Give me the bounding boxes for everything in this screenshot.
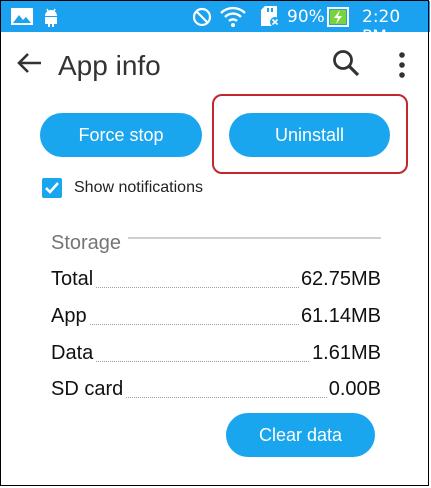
storage-row-app: App 61.14MB (51, 305, 381, 331)
page-title: App info (58, 50, 161, 81)
storage-row-value: 61.14MB (298, 305, 381, 328)
status-bar: 90% 2:20 PM (1, 1, 430, 47)
uninstall-button[interactable]: Uninstall (229, 113, 390, 157)
image-icon (11, 8, 33, 25)
sd-card-icon (261, 6, 280, 27)
app-bar: App info (0, 32, 431, 96)
storage-row-label: App (51, 305, 89, 328)
force-stop-button[interactable]: Force stop (40, 113, 202, 157)
storage-row-total: Total 62.75MB (51, 268, 381, 294)
wifi-icon (220, 6, 246, 27)
show-notifications-checkbox[interactable] (42, 178, 62, 198)
section-divider (128, 237, 381, 239)
storage-row-label: Total (51, 268, 96, 291)
storage-row-label: Data (51, 342, 96, 365)
storage-row-value: 62.75MB (298, 268, 381, 291)
storage-section-title: Storage (51, 232, 122, 254)
storage-row-sd-card: SD card 0.00B (51, 378, 381, 404)
battery-percent: 90% (287, 7, 325, 27)
search-icon[interactable] (331, 48, 361, 78)
android-icon (45, 8, 57, 27)
show-notifications-label: Show notifications (74, 179, 203, 196)
storage-row-label: SD card (51, 378, 126, 401)
clear-data-button[interactable]: Clear data (226, 413, 375, 457)
checkmark-icon (45, 182, 59, 194)
overflow-menu-icon[interactable] (397, 51, 407, 79)
do-not-disturb-icon (192, 7, 212, 27)
storage-row-value: 1.61MB (310, 342, 381, 365)
storage-row-value: 0.00B (326, 378, 381, 401)
storage-row-data: Data 1.61MB (51, 342, 381, 368)
back-arrow-icon[interactable] (16, 52, 42, 74)
battery-charging-icon (327, 7, 349, 27)
